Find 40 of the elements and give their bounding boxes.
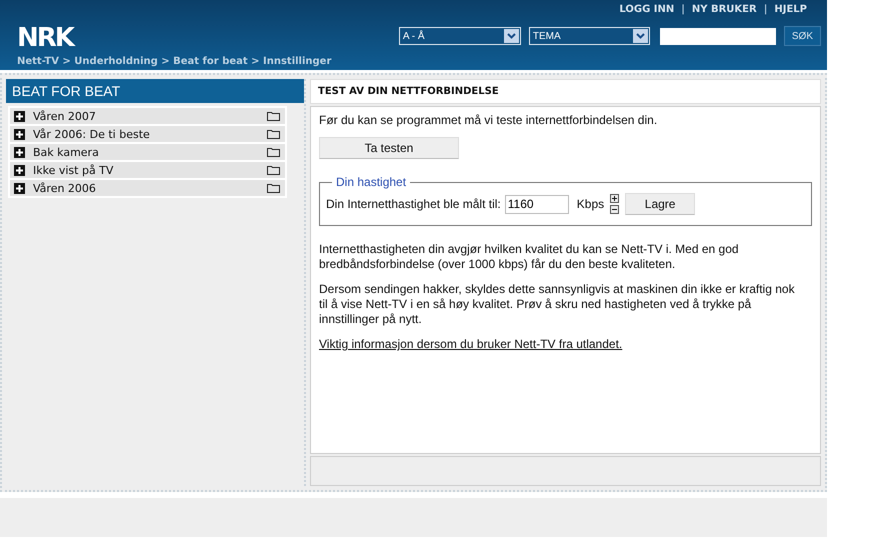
- plus-icon[interactable]: [14, 164, 25, 176]
- fieldset-legend: Din hastighet: [332, 175, 410, 189]
- sidebar-item[interactable]: Våren 2007: [10, 108, 285, 124]
- folder-icon: [267, 165, 280, 175]
- section-title: TEST AV DIN NETTFORBINDELSE: [310, 79, 821, 104]
- folder-icon: [267, 183, 280, 193]
- speed-input[interactable]: 1160: [504, 194, 569, 214]
- top-link[interactable]: NY BRUKER: [692, 4, 757, 15]
- dropdown[interactable]: A - Å: [398, 27, 521, 45]
- plus-icon[interactable]: [14, 146, 25, 158]
- increase-icon[interactable]: [610, 194, 620, 203]
- folder-icon: [267, 129, 280, 139]
- info-paragraph: Dersom sendingen hakker, skyldes dette sannsynligvis at maskinen din ikke er kraftig nok til å vise Nett-TV i en så høy kvalitet. Prøv å skru ned hastigheten ved å trykke på innstillinger på nytt.: [319, 282, 796, 327]
- sidebar-item[interactable]: Bak kamera: [10, 144, 285, 160]
- plus-icon[interactable]: [14, 110, 25, 122]
- folder-icon: [267, 147, 280, 157]
- speed-label: Din Internetthastighet ble målt til:: [326, 197, 501, 211]
- test-button[interactable]: Ta testen: [319, 137, 459, 159]
- sidebar-item[interactable]: Våren 2006: [10, 180, 285, 196]
- plus-icon[interactable]: [14, 128, 25, 140]
- decrease-icon[interactable]: [610, 205, 620, 214]
- sidebar-title: BEAT FOR BEAT: [6, 79, 304, 103]
- top-link[interactable]: LOGG INN: [619, 4, 674, 15]
- sidebar-item[interactable]: Ikke vist på TV: [10, 162, 285, 178]
- folder-icon: [267, 111, 280, 121]
- link-separator: |: [681, 4, 685, 15]
- link-separator: |: [764, 4, 768, 15]
- dropdown[interactable]: TEMA: [528, 27, 650, 45]
- save-button[interactable]: Lagre: [625, 193, 696, 215]
- unit-label: Kbps: [576, 197, 604, 211]
- top-link[interactable]: HJELP: [774, 4, 807, 15]
- plus-icon[interactable]: [14, 182, 25, 194]
- breadcrumb: Nett-TV > Underholdning > Beat for beat > Innstillinger: [17, 56, 332, 67]
- intro-text: Før du kan se programmet må vi teste internettforbindelsen din.: [319, 113, 658, 127]
- info-link[interactable]: Viktig informasjon dersom du bruker Nett-TV fra utlandet.: [319, 337, 622, 351]
- search-button[interactable]: SØK: [784, 26, 821, 46]
- search-field[interactable]: [660, 28, 776, 44]
- info-paragraph: Internetthastigheten din avgjør hvilken kvalitet du kan se Nett-TV i. Med en god bredbåndsforbindelse (over 1000 kbps) får du den beste kvaliteten.: [319, 242, 740, 272]
- sidebar-item[interactable]: Vår 2006: De ti beste: [10, 126, 285, 142]
- logo[interactable]: NRK: [17, 24, 332, 52]
